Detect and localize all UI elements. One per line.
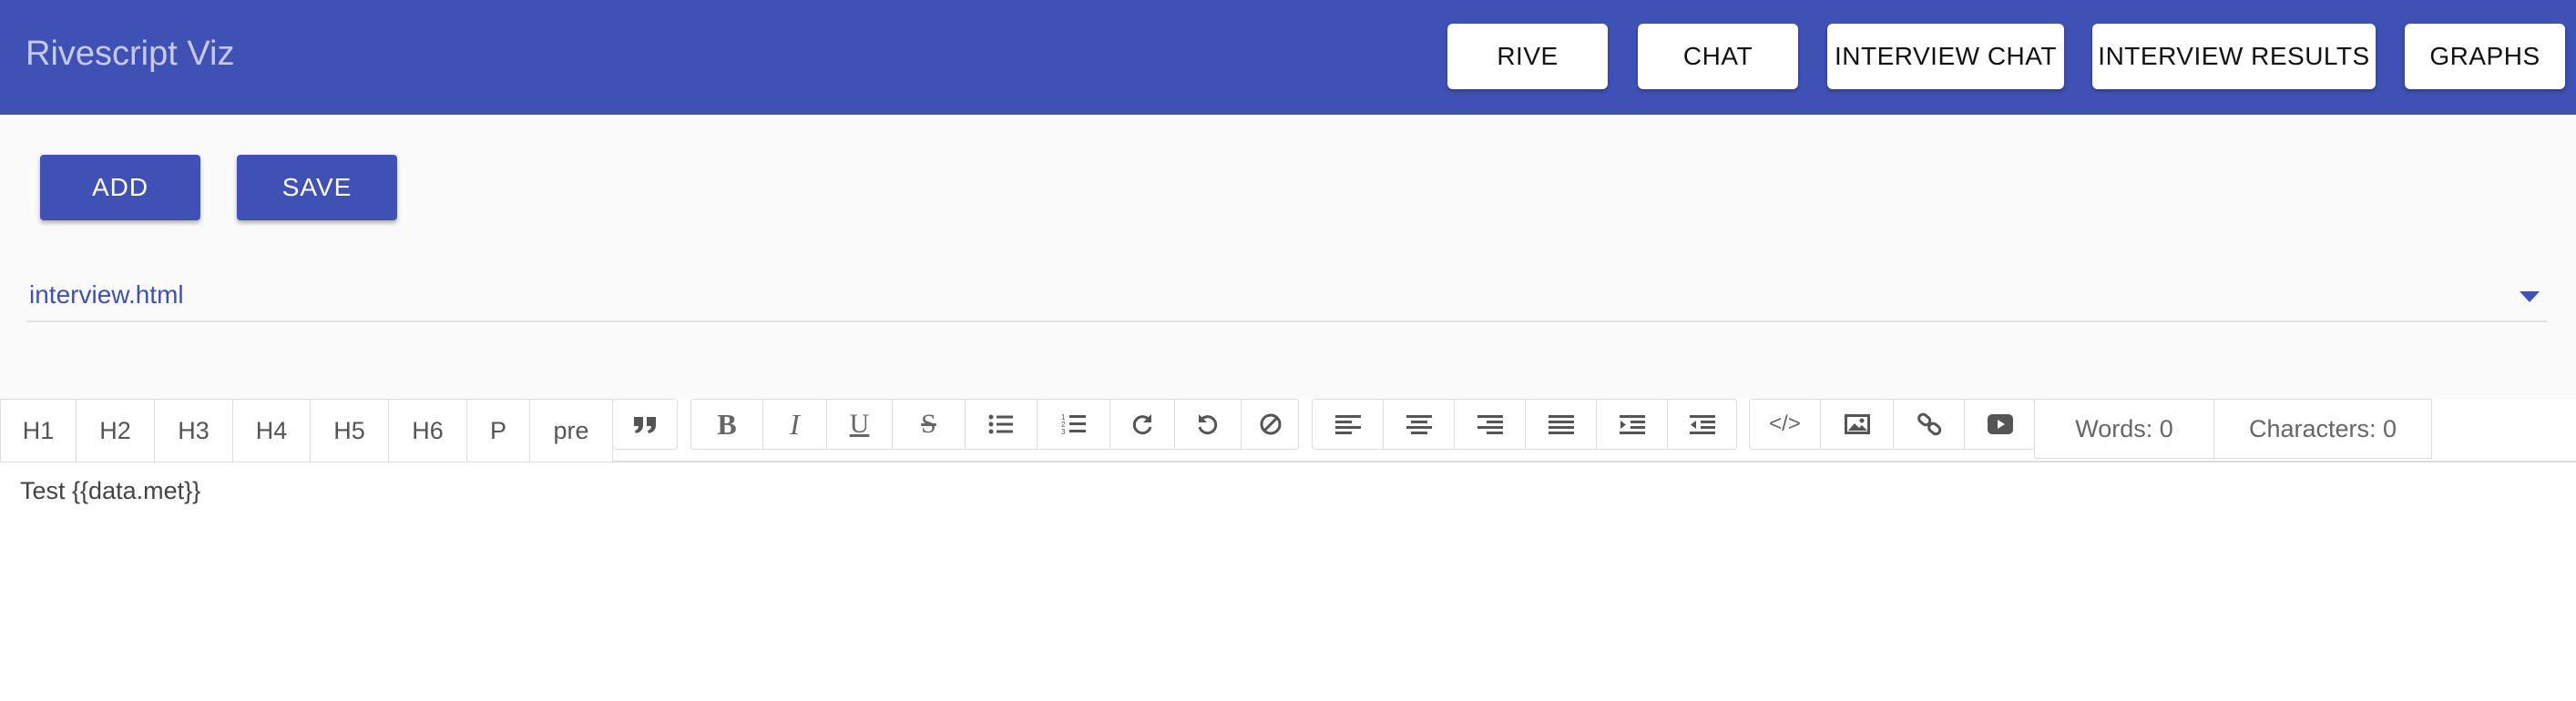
alignment-group (1312, 399, 1737, 450)
bullet-list-icon[interactable] (966, 400, 1038, 449)
main-content: ADD SAVE interview.html (0, 115, 2576, 399)
redo-icon[interactable] (1110, 400, 1175, 449)
heading-h6-button[interactable]: H6 (388, 399, 467, 462)
preformatted-button[interactable]: pre (529, 399, 613, 462)
nav-graphs-button[interactable]: GRAPHS (2405, 24, 2565, 89)
app-title: Rivescript Viz (26, 35, 235, 73)
align-right-icon[interactable] (1455, 400, 1526, 449)
paragraph-button[interactable]: P (466, 399, 530, 462)
chevron-down-icon[interactable] (2520, 291, 2540, 302)
word-count: Words: 0 (2034, 399, 2214, 459)
heading-h5-button[interactable]: H5 (310, 399, 389, 462)
undo-icon[interactable] (1175, 400, 1242, 449)
numbered-list-icon[interactable]: 123 (1038, 400, 1110, 449)
underline-icon[interactable]: U (827, 400, 893, 449)
file-select[interactable]: interview.html (27, 275, 2547, 322)
heading-h2-button[interactable]: H2 (76, 399, 155, 462)
indent-icon[interactable] (1597, 400, 1668, 449)
bold-icon[interactable]: B (691, 400, 763, 449)
blockquote-icon (634, 417, 656, 433)
italic-icon[interactable]: I (763, 400, 827, 449)
code-view-icon[interactable]: </> (1750, 400, 1821, 449)
save-button[interactable]: SAVE (237, 155, 397, 220)
video-icon[interactable] (1965, 400, 2035, 449)
align-justify-icon[interactable] (1526, 400, 1597, 449)
nav-interview-chat-button[interactable]: INTERVIEW CHAT (1827, 24, 2064, 89)
editor-toolbar: H1 H2 H3 H4 H5 H6 P pre B I U S 123 </> … (0, 399, 2576, 462)
strikethrough-icon[interactable]: S (893, 400, 966, 449)
nav-rive-button[interactable]: RIVE (1447, 24, 1608, 89)
file-select-value: interview.html (29, 280, 184, 309)
align-left-icon[interactable] (1313, 400, 1384, 449)
heading-h3-button[interactable]: H3 (154, 399, 233, 462)
character-count: Characters: 0 (2213, 399, 2432, 459)
blockquote-button[interactable] (612, 399, 678, 450)
svg-text:3: 3 (1061, 428, 1066, 436)
editor-content[interactable]: Test {{data.met}} (20, 477, 200, 505)
heading-h4-button[interactable]: H4 (232, 399, 311, 462)
editor-area[interactable]: Test {{data.met}} (0, 464, 2576, 701)
outdent-icon[interactable] (1668, 400, 1737, 449)
heading-h1-button[interactable]: H1 (0, 399, 77, 462)
link-icon[interactable] (1894, 400, 1965, 449)
format-group: B I U S 123 (690, 399, 1299, 450)
add-button[interactable]: ADD (40, 155, 200, 220)
image-icon[interactable] (1821, 400, 1894, 449)
nav-chat-button[interactable]: CHAT (1638, 24, 1798, 89)
align-center-icon[interactable] (1384, 400, 1455, 449)
nav-interview-results-button[interactable]: INTERVIEW RESULTS (2092, 24, 2376, 89)
clear-format-icon[interactable] (1242, 400, 1299, 449)
insert-group: </> (1749, 399, 2035, 450)
app-bar: Rivescript Viz RIVE CHAT INTERVIEW CHAT … (0, 0, 2576, 115)
